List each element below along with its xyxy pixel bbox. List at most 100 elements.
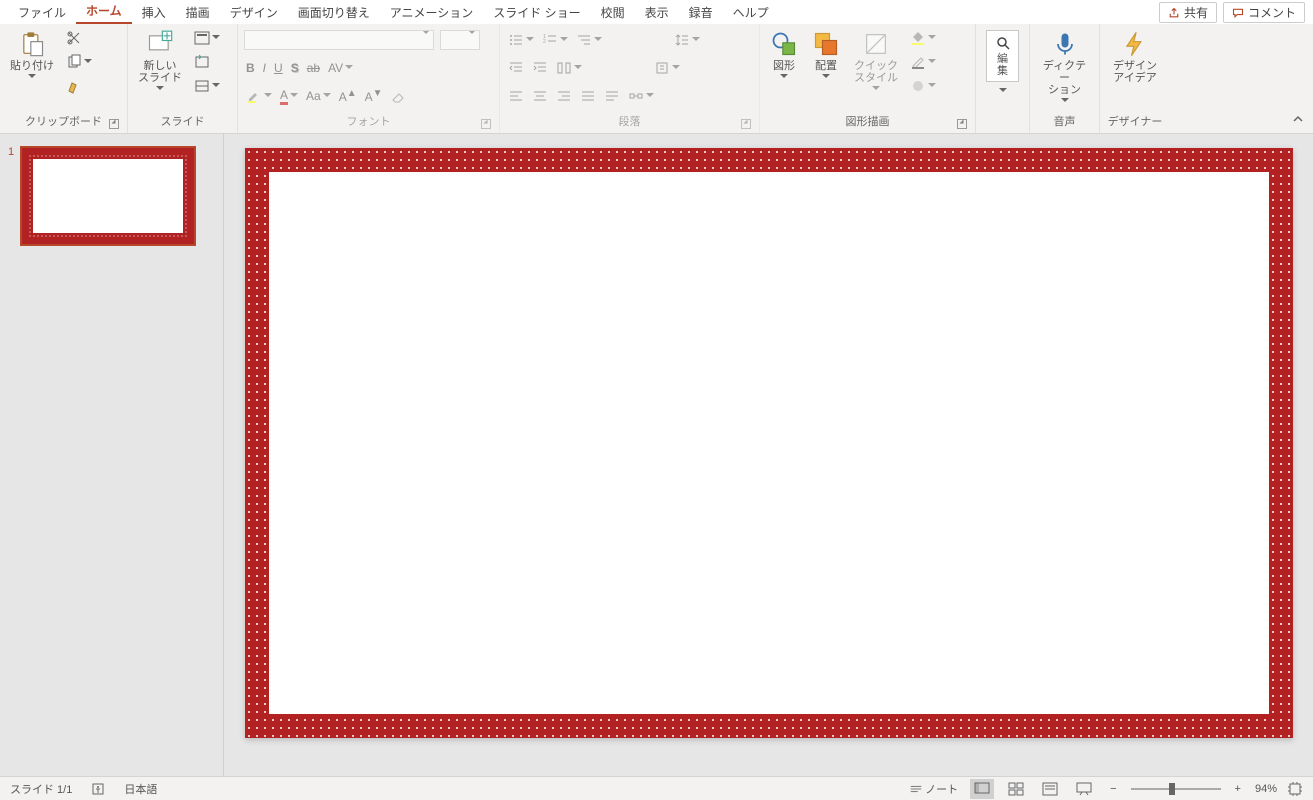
- tab-slideshow[interactable]: スライド ショー: [483, 0, 590, 24]
- line-spacing-icon: [674, 32, 690, 48]
- list-level-icon: [576, 32, 592, 48]
- zoom-out-button[interactable]: −: [1106, 783, 1120, 795]
- reading-view-button[interactable]: [1038, 779, 1062, 799]
- zoom-in-button[interactable]: +: [1231, 783, 1245, 795]
- shadow-button[interactable]: S: [289, 59, 301, 77]
- notes-button[interactable]: ノート: [907, 779, 960, 799]
- tab-home[interactable]: ホーム: [76, 0, 132, 24]
- layout-icon: [194, 30, 210, 46]
- underline-button[interactable]: U: [272, 59, 285, 77]
- distribute-button[interactable]: [602, 86, 622, 106]
- chevron-down-icon: [526, 37, 534, 43]
- font-name-input[interactable]: [244, 30, 434, 50]
- tab-file[interactable]: ファイル: [8, 0, 76, 24]
- align-left-button[interactable]: [506, 86, 526, 106]
- tab-view[interactable]: 表示: [635, 0, 679, 24]
- line-spacing-button[interactable]: [672, 30, 702, 50]
- highlight-button[interactable]: [244, 86, 274, 106]
- arrange-button[interactable]: 配置: [808, 28, 844, 82]
- tab-review[interactable]: 校閲: [591, 0, 635, 24]
- thumbnail-panel[interactable]: 1: [0, 134, 224, 776]
- change-case-button[interactable]: Aa: [304, 87, 333, 105]
- chevron-down-icon: [780, 74, 788, 80]
- grow-font-button[interactable]: A▲: [337, 86, 359, 106]
- shrink-font-button[interactable]: A▼: [363, 86, 385, 106]
- find-button[interactable]: 編集: [982, 28, 1023, 96]
- slide-canvas-area[interactable]: [224, 134, 1313, 776]
- list-level-button[interactable]: [574, 30, 604, 50]
- drawing-dialog-launcher[interactable]: [957, 119, 967, 129]
- layout-button[interactable]: [192, 28, 222, 48]
- shape-fill-button[interactable]: [908, 28, 938, 48]
- tab-design[interactable]: デザイン: [220, 0, 288, 24]
- design-ideas-label: デザイン アイデア: [1113, 60, 1157, 84]
- slide[interactable]: [245, 148, 1293, 738]
- zoom-level[interactable]: 94%: [1255, 783, 1277, 795]
- section-button[interactable]: [192, 76, 222, 96]
- paste-button[interactable]: 貼り付け: [6, 28, 58, 82]
- clipboard-dialog-launcher[interactable]: [109, 119, 119, 129]
- align-right-button[interactable]: [554, 86, 574, 106]
- design-ideas-button[interactable]: デザイン アイデア: [1109, 28, 1161, 86]
- shapes-button[interactable]: 図形: [766, 28, 802, 82]
- copy-button[interactable]: [64, 52, 94, 72]
- chevron-down-icon: [574, 65, 582, 71]
- tab-draw[interactable]: 描画: [176, 0, 220, 24]
- cut-button[interactable]: [64, 28, 94, 48]
- slide-content[interactable]: [269, 172, 1269, 714]
- tab-insert[interactable]: 挿入: [132, 0, 176, 24]
- fit-window-button[interactable]: [1287, 781, 1303, 797]
- zoom-slider-thumb[interactable]: [1169, 783, 1175, 795]
- italic-button[interactable]: I: [261, 59, 268, 77]
- clear-format-button[interactable]: [389, 86, 409, 106]
- align-center-button[interactable]: [530, 86, 550, 106]
- tab-animations[interactable]: アニメーション: [380, 0, 484, 24]
- group-drawing: 図形 配置 クイック スタイル 図形描画: [760, 24, 976, 133]
- shape-effects-button[interactable]: [908, 76, 938, 96]
- tab-transitions[interactable]: 画面切り替え: [288, 0, 380, 24]
- chevron-down-icon: [212, 35, 220, 41]
- collapse-ribbon-button[interactable]: [1291, 112, 1305, 129]
- thumbnail-item[interactable]: 1: [8, 146, 215, 246]
- share-button[interactable]: 共有: [1159, 2, 1217, 23]
- bullets-button[interactable]: [506, 30, 536, 50]
- accessibility-icon[interactable]: [90, 781, 106, 797]
- font-group-label: フォント: [347, 116, 391, 128]
- slideshow-view-button[interactable]: [1072, 779, 1096, 799]
- thumbnail-slide[interactable]: [20, 146, 196, 246]
- paste-dropdown-icon: [28, 74, 36, 80]
- numbering-button[interactable]: 12: [540, 30, 570, 50]
- smartart-button[interactable]: [626, 86, 656, 106]
- font-color-button[interactable]: A: [278, 86, 300, 107]
- quick-styles-button[interactable]: クイック スタイル: [850, 28, 902, 94]
- text-direction-button[interactable]: [652, 58, 682, 78]
- font-size-input[interactable]: [440, 30, 480, 50]
- columns-button[interactable]: [554, 58, 584, 78]
- zoom-slider[interactable]: [1131, 788, 1221, 790]
- strikethrough-button[interactable]: ab: [305, 59, 322, 77]
- distribute-icon: [604, 88, 620, 104]
- new-slide-button[interactable]: 新しい スライド: [134, 28, 186, 94]
- chevron-down-icon: [672, 65, 680, 71]
- increase-indent-button[interactable]: [530, 58, 550, 78]
- dictation-button[interactable]: ディクテー ション: [1036, 28, 1093, 106]
- justify-button[interactable]: [578, 86, 598, 106]
- font-dialog-launcher[interactable]: [481, 119, 491, 129]
- new-slide-label: 新しい スライド: [138, 60, 182, 84]
- shape-outline-button[interactable]: [908, 52, 938, 72]
- format-painter-button[interactable]: [64, 76, 94, 96]
- group-paragraph: 12 段落: [500, 24, 760, 133]
- tab-record[interactable]: 録音: [679, 0, 723, 24]
- bold-button[interactable]: B: [244, 59, 257, 77]
- comments-button[interactable]: コメント: [1223, 2, 1305, 23]
- paragraph-dialog-launcher[interactable]: [741, 119, 751, 129]
- reset-button[interactable]: [192, 52, 222, 72]
- normal-view-button[interactable]: [970, 779, 994, 799]
- tab-help[interactable]: ヘルプ: [723, 0, 779, 24]
- sorter-view-button[interactable]: [1004, 779, 1028, 799]
- slide-count[interactable]: スライド 1/1: [10, 781, 72, 797]
- decrease-indent-button[interactable]: [506, 58, 526, 78]
- char-spacing-button[interactable]: AV: [326, 59, 355, 77]
- chevron-down-icon: [290, 93, 298, 99]
- language-indicator[interactable]: 日本語: [124, 781, 157, 797]
